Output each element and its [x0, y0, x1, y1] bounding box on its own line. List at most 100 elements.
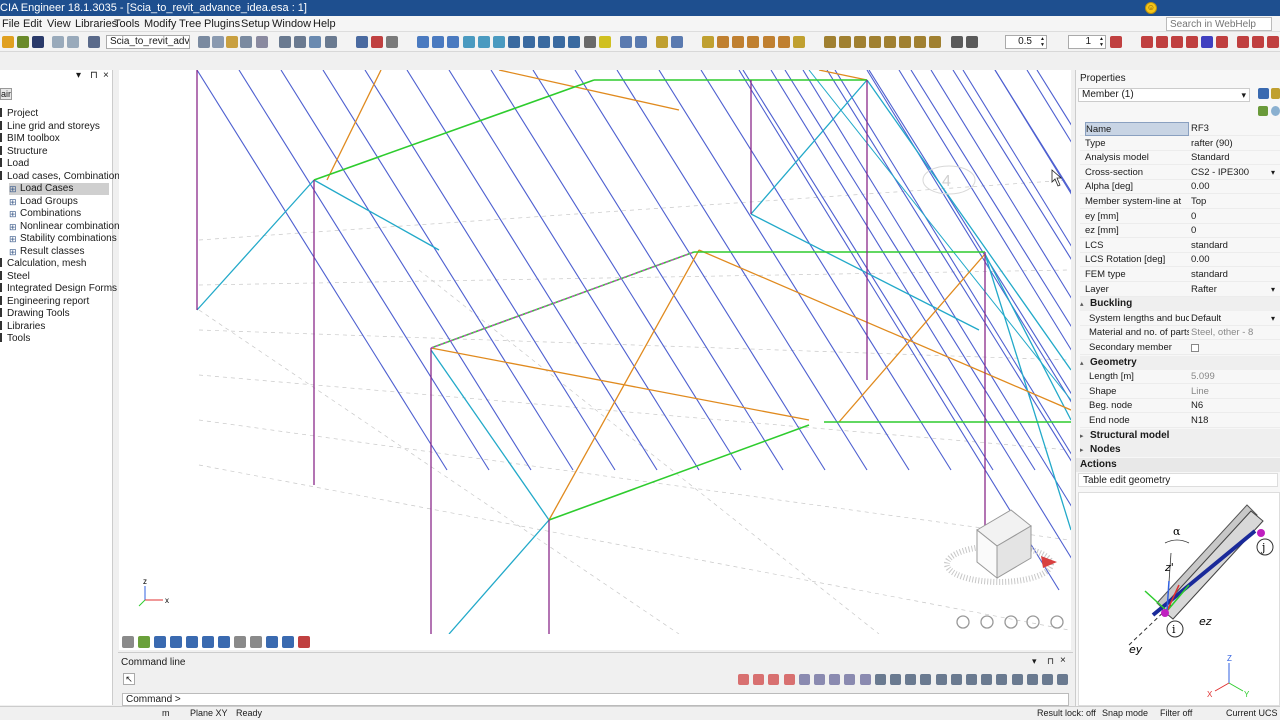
tool-icon[interactable] [212, 36, 224, 48]
tool-icon[interactable] [635, 36, 647, 48]
brace-line[interactable] [548, 249, 700, 521]
property-row[interactable]: Shape Line [1080, 385, 1280, 399]
purlin-line[interactable] [742, 70, 994, 471]
snap-tool-icon[interactable] [859, 674, 871, 685]
collapse-icon[interactable]: ▴ [1080, 357, 1090, 371]
tool-icon[interactable] [951, 36, 963, 48]
pick-icon[interactable] [1271, 106, 1280, 116]
grid-line[interactable] [198, 419, 1070, 541]
property-row[interactable]: Material and no. of parts Steel, other - … [1080, 326, 1280, 341]
tool-icon[interactable] [1267, 36, 1279, 48]
view-icon[interactable] [463, 36, 475, 48]
panel-dropdown-icon[interactable]: ▾ [76, 70, 81, 84]
property-value[interactable]: standard [1191, 268, 1280, 282]
status-ucs[interactable]: Current UCS [1226, 707, 1278, 720]
property-value[interactable]: N18 [1191, 414, 1280, 428]
display-option-icon[interactable] [298, 636, 310, 648]
dropdown-icon[interactable]: ▾ [1271, 283, 1275, 297]
menu-window[interactable]: Window [272, 16, 311, 32]
display-option-icon[interactable] [202, 636, 214, 648]
display-option-icon[interactable] [122, 636, 134, 648]
rafter-line[interactable] [548, 424, 810, 521]
tree-item[interactable]: Load [0, 158, 109, 170]
tree-item[interactable]: Load cases, Combinations [0, 170, 125, 183]
purlin-line[interactable] [616, 70, 868, 471]
tool-icon[interactable] [1156, 36, 1168, 48]
property-row[interactable]: Secondary member [1080, 341, 1280, 355]
view-icon[interactable] [447, 36, 459, 48]
tree-item[interactable]: ⊞ Stability combinations [9, 233, 117, 245]
display-icon[interactable] [717, 36, 729, 48]
view-icon[interactable] [478, 36, 490, 48]
brace-line[interactable] [866, 79, 1071, 371]
tool-icon[interactable] [966, 36, 978, 48]
zoom-icon[interactable] [523, 36, 535, 48]
purlin-line[interactable] [784, 70, 1036, 471]
menu-setup[interactable]: Setup [241, 16, 270, 32]
menu-tree[interactable]: Tree [179, 16, 201, 32]
expand-icon[interactable]: ▸ [1080, 444, 1090, 458]
tool-icon[interactable] [839, 36, 851, 48]
display-icon[interactable] [778, 36, 790, 48]
filter-icon[interactable] [1271, 88, 1280, 99]
snap-tool-icon[interactable] [996, 674, 1008, 685]
tool-icon[interactable] [1186, 36, 1198, 48]
property-value[interactable]: Line [1191, 385, 1280, 399]
tool-icon[interactable] [1201, 36, 1213, 48]
snap-tool-icon[interactable] [874, 674, 886, 685]
zoom-icon[interactable] [956, 615, 970, 629]
tool-icon[interactable] [309, 36, 321, 48]
purlin-line[interactable] [448, 70, 700, 471]
edit-icon[interactable] [1258, 106, 1268, 116]
tree-item[interactable]: Structure [0, 145, 109, 158]
properties-tool-icon[interactable] [1258, 88, 1269, 99]
property-value[interactable]: Rafter [1191, 283, 1280, 297]
property-row[interactable]: ey [mm] 0 [1080, 210, 1280, 224]
tree-item[interactable]: Drawing Tools [0, 308, 109, 320]
3d-viewport[interactable]: 4 z x [119, 70, 1071, 634]
selection-combo[interactable]: Member (1) [1078, 88, 1250, 102]
tree-item[interactable]: BIM toolbox [0, 133, 109, 145]
tool-icon[interactable] [1171, 36, 1183, 48]
property-section[interactable]: ▴ Buckling [1080, 297, 1280, 312]
tool-icon[interactable] [240, 36, 252, 48]
brace-line[interactable] [750, 79, 868, 215]
property-row[interactable]: Cross-section CS2 - IPE300 ▾ [1080, 166, 1280, 180]
purlin-line[interactable] [866, 70, 1071, 590]
menu-libraries[interactable]: Libraries [75, 16, 117, 32]
view-icon[interactable] [584, 36, 596, 48]
expand-icon[interactable]: ▸ [1080, 430, 1090, 444]
tree-item[interactable]: Calculation, mesh [0, 258, 109, 270]
grid-line[interactable] [418, 269, 880, 634]
status-result-lock[interactable]: Result lock: off [1037, 707, 1096, 720]
property-value[interactable]: N6 [1191, 399, 1280, 413]
brace-line[interactable] [448, 519, 550, 634]
snap-tool-icon[interactable] [890, 674, 901, 685]
tool-icon[interactable] [620, 36, 632, 48]
tool-icon[interactable] [671, 36, 683, 48]
view-icon[interactable] [417, 36, 429, 48]
property-row[interactable]: FEM type standard [1080, 268, 1280, 282]
property-value[interactable]: RF3 [1191, 122, 1280, 136]
print-icon[interactable] [279, 36, 291, 48]
snap-tool-icon[interactable] [753, 674, 765, 685]
tool-icon[interactable] [1252, 36, 1264, 48]
snap-tool-icon[interactable] [783, 674, 795, 685]
tool-icon[interactable] [854, 36, 866, 48]
purlin-line[interactable] [196, 70, 448, 471]
property-row[interactable]: Name RF3 [1080, 122, 1280, 136]
zoom-icon[interactable] [568, 36, 580, 48]
display-icon[interactable] [732, 36, 744, 48]
purlin-line[interactable] [322, 70, 574, 471]
undo-icon[interactable] [52, 36, 64, 48]
property-row[interactable]: LCS standard [1080, 239, 1280, 253]
snap-tool-icon[interactable] [1011, 674, 1023, 685]
tree-item[interactable]: ⊞ Load Groups [9, 196, 109, 208]
property-row[interactable]: Type rafter (90) [1080, 137, 1280, 151]
property-row[interactable]: Beg. node N6 [1080, 399, 1280, 414]
snap-tool-icon[interactable] [966, 674, 977, 685]
tool-icon[interactable] [929, 36, 941, 48]
tool-icon[interactable] [325, 36, 337, 48]
tool-icon[interactable] [1216, 36, 1228, 48]
property-section[interactable]: ▸ Nodes [1080, 443, 1280, 458]
